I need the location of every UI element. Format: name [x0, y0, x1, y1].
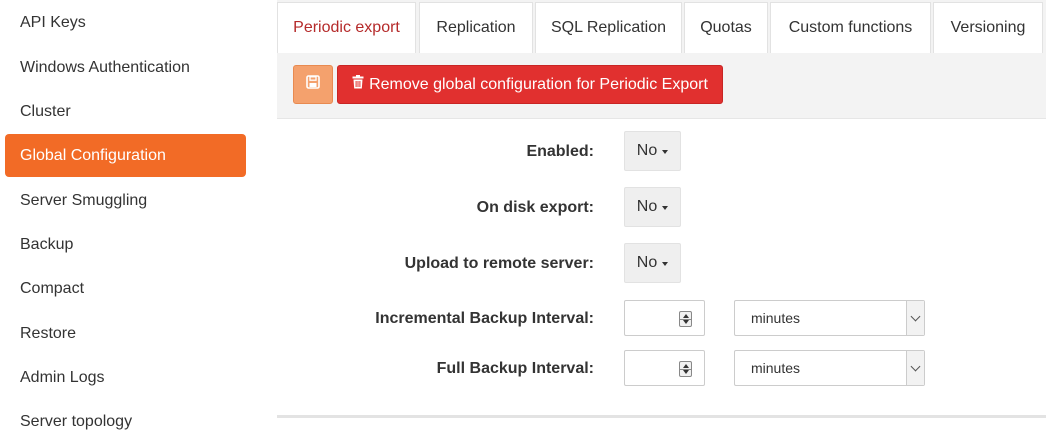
sidebar-item-restore[interactable]: Restore	[5, 312, 246, 355]
remove-button-label: Remove global configuration for Periodic…	[369, 75, 708, 93]
chevron-down-icon	[906, 301, 924, 335]
tab-periodic-export[interactable]: Periodic export	[277, 2, 416, 53]
spinner-icon[interactable]	[679, 311, 692, 327]
periodic-export-form: Enabled: No On disk export: No Upload to…	[277, 119, 1046, 417]
tab-quotas[interactable]: Quotas	[684, 2, 768, 53]
tab-label: Quotas	[700, 19, 752, 36]
caret-down-icon	[662, 262, 669, 266]
floppy-disk-icon	[306, 75, 320, 94]
tab-custom-functions[interactable]: Custom functions	[770, 2, 931, 53]
sidebar-item-windows-authentication[interactable]: Windows Authentication	[5, 46, 246, 89]
full-interval-unit: minutes	[751, 360, 801, 376]
sidebar-item-label: Windows Authentication	[20, 58, 190, 76]
sidebar-item-label: API Keys	[20, 13, 86, 31]
sidebar-item-label: Cluster	[20, 102, 71, 120]
panel-bottom-border	[277, 415, 1046, 418]
incremental-interval-unit: minutes	[751, 310, 801, 326]
upload-remote-value: No	[636, 254, 658, 271]
enabled-dropdown[interactable]: No	[624, 131, 681, 171]
sidebar: API Keys Windows Authentication Cluster …	[0, 0, 250, 438]
toolbar: Remove global configuration for Periodic…	[277, 53, 1046, 119]
enabled-label: Enabled:	[526, 143, 594, 160]
upload-remote-dropdown[interactable]: No	[624, 243, 681, 283]
incremental-interval-unit-select[interactable]: minutes	[734, 300, 925, 336]
main-panel: Periodic export Replication SQL Replicat…	[277, 0, 1046, 438]
spinner-icon[interactable]	[679, 361, 692, 377]
full-interval-label: Full Backup Interval:	[436, 360, 594, 377]
sidebar-item-api-keys[interactable]: API Keys	[5, 1, 246, 44]
sidebar-item-label: Backup	[20, 235, 74, 253]
tab-versioning[interactable]: Versioning	[933, 2, 1043, 53]
sidebar-item-compact[interactable]: Compact	[5, 267, 246, 310]
sidebar-item-label: Server topology	[20, 412, 133, 430]
tab-label: Replication	[436, 19, 516, 36]
sidebar-item-server-smuggling[interactable]: Server Smuggling	[5, 179, 246, 222]
save-button[interactable]	[293, 65, 333, 104]
incremental-interval-input[interactable]	[624, 300, 705, 336]
tab-label: SQL Replication	[550, 19, 667, 36]
tab-label: Custom functions	[788, 19, 913, 36]
tab-label: Periodic export	[293, 19, 400, 36]
on-disk-export-dropdown[interactable]: No	[624, 187, 681, 227]
chevron-down-icon	[906, 351, 924, 385]
full-interval-input[interactable]	[624, 350, 705, 386]
enabled-value: No	[636, 142, 658, 159]
full-interval-unit-select[interactable]: minutes	[734, 350, 925, 386]
tab-label: Versioning	[950, 19, 1026, 36]
tab-replication[interactable]: Replication	[419, 2, 533, 53]
sidebar-item-global-configuration[interactable]: Global Configuration	[5, 134, 246, 177]
tab-sql-replication[interactable]: SQL Replication	[535, 2, 682, 53]
remove-global-configuration-button[interactable]: Remove global configuration for Periodic…	[337, 65, 723, 104]
sidebar-item-label: Restore	[20, 324, 77, 342]
sidebar-item-label: Global Configuration	[20, 146, 166, 164]
sidebar-item-server-topology[interactable]: Server topology	[5, 400, 246, 438]
upload-remote-label: Upload to remote server:	[404, 255, 594, 272]
sidebar-item-label: Server Smuggling	[20, 191, 148, 209]
sidebar-item-backup[interactable]: Backup	[5, 223, 246, 266]
caret-down-icon	[662, 150, 669, 154]
on-disk-export-value: No	[636, 198, 658, 215]
tab-bar: Periodic export Replication SQL Replicat…	[277, 0, 1046, 53]
sidebar-item-admin-logs[interactable]: Admin Logs	[5, 356, 246, 399]
sidebar-item-cluster[interactable]: Cluster	[5, 90, 246, 133]
sidebar-item-label: Compact	[20, 279, 85, 297]
caret-down-icon	[662, 206, 669, 210]
incremental-interval-label: Incremental Backup Interval:	[375, 310, 594, 327]
on-disk-export-label: On disk export:	[476, 199, 594, 216]
sidebar-item-label: Admin Logs	[20, 368, 105, 386]
trash-icon	[352, 75, 364, 94]
